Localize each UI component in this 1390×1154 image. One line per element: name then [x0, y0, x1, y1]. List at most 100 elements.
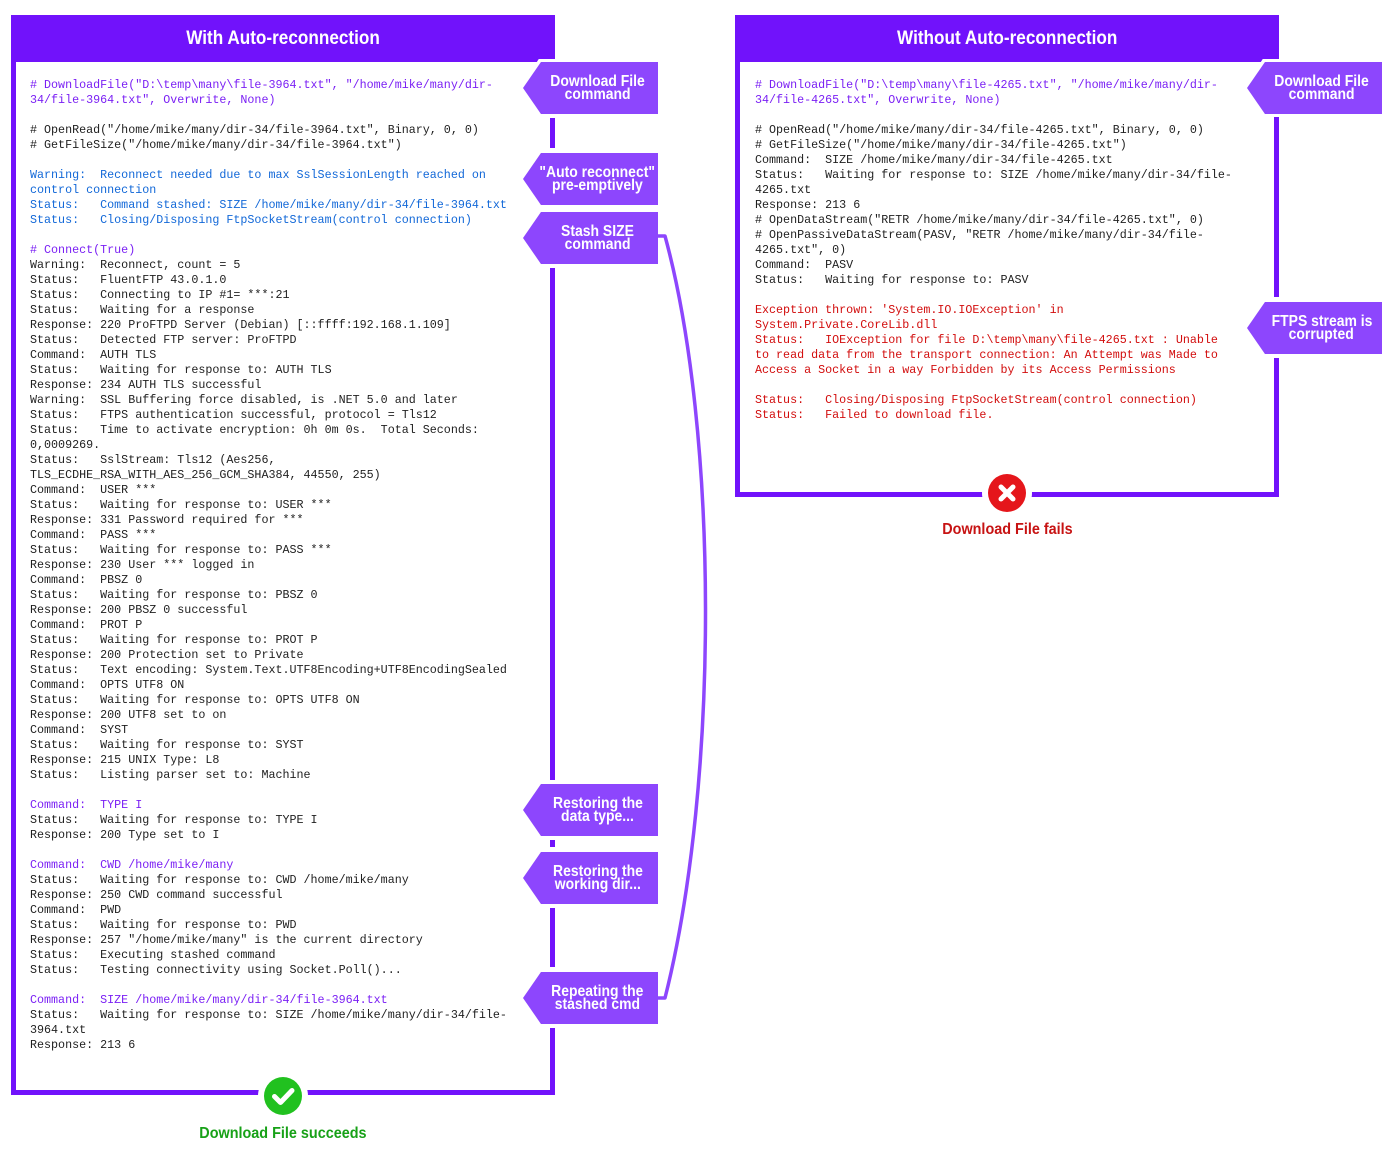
- log-line: Status: Waiting for response to: PBSZ 0: [30, 588, 318, 602]
- log-line: Status: Connecting to IP #1= ***:21: [30, 288, 290, 302]
- log-line: # OpenDataStream("RETR /home/mike/many/d…: [755, 213, 1204, 227]
- timeline-segment: [550, 118, 555, 148]
- log-line: Command: PWD: [30, 903, 122, 917]
- log-line: # DownloadFile("D:\temp\many\file-4265.t…: [755, 78, 1218, 92]
- log-line: Command: SIZE /home/mike/many/dir-34/fil…: [755, 153, 1113, 167]
- log-line: # GetFileSize("/home/mike/many/dir-34/fi…: [755, 138, 1127, 152]
- log-line: Status: Waiting for response to: TYPE I: [30, 813, 318, 827]
- log-line: Status: Waiting for response to: AUTH TL…: [30, 363, 332, 377]
- result-text: Download File fails: [941, 521, 1073, 538]
- log-line: # Connect(True): [30, 243, 136, 257]
- log-line: Status: Closing/Disposing FtpSocketStrea…: [755, 393, 1197, 407]
- annotation-line: data type...: [561, 808, 634, 825]
- timeline-segment: [1274, 358, 1279, 497]
- log-line: Response: 331 Password required for ***: [30, 513, 304, 527]
- check-circle-icon: [264, 1077, 302, 1115]
- log-line: Command: USER ***: [30, 483, 157, 497]
- log-line: Response: 257 "/home/mike/many" is the c…: [30, 933, 423, 947]
- log-line: Command: TYPE I: [30, 798, 143, 812]
- log-line: Response: 234 AUTH TLS successful: [30, 378, 262, 392]
- log-line: Response: 200 Type set to I: [30, 828, 220, 842]
- log-line: Status: Closing/Disposing FtpSocketStrea…: [30, 213, 472, 227]
- log-line: Command: PASV: [755, 258, 854, 272]
- timeline-segment: [550, 1028, 555, 1095]
- log-blank-line: [30, 108, 507, 123]
- panel-title-bar: Without Auto-reconnection: [735, 15, 1279, 62]
- log-line: Response: 250 CWD command successful: [30, 888, 283, 902]
- result-failure-label: Download File fails: [857, 520, 1157, 540]
- log-line: Response: 200 Protection set to Private: [30, 648, 304, 662]
- log-output: # DownloadFile("D:\temp\many\file-4265.t…: [755, 78, 1232, 423]
- log-line: Status: Waiting for response to: OPTS UT…: [30, 693, 360, 707]
- log-line: Status: Command stashed: SIZE /home/mike…: [30, 198, 507, 212]
- log-line: 34/file-4265.txt", Overwrite, None): [755, 93, 1001, 107]
- log-output: # DownloadFile("D:\temp\many\file-3964.t…: [30, 78, 507, 1053]
- log-line: Status: Waiting for response to: USER **…: [30, 498, 332, 512]
- log-line: Status: Detected FTP server: ProFTPD: [30, 333, 297, 347]
- panel-title: Without Auto-reconnection: [896, 27, 1118, 49]
- annotation-restoring-data-type: Restoring the data type...: [523, 784, 658, 836]
- result-success-label: Download File succeeds: [133, 1124, 433, 1144]
- log-line: Warning: SSL Buffering force disabled, i…: [30, 393, 458, 407]
- panel-title-bar: With Auto-reconnection: [11, 15, 555, 62]
- log-line: 34/file-3964.txt", Overwrite, None): [30, 93, 276, 107]
- log-blank-line: [30, 228, 507, 243]
- log-line: 4265.txt: [755, 183, 812, 197]
- log-line: System.Private.CoreLib.dll: [755, 318, 938, 332]
- log-line: Status: Executing stashed command: [30, 948, 276, 962]
- log-line: Command: CWD /home/mike/many: [30, 858, 234, 872]
- log-line: Access a Socket in a way Forbidden by it…: [755, 363, 1176, 377]
- log-blank-line: [30, 843, 507, 858]
- log-line: Status: Waiting for response to: SIZE /h…: [755, 168, 1232, 182]
- annotation-auto-reconnect: "Auto reconnect" pre-emptively: [523, 153, 658, 205]
- annotation-download-file-command: Download File command: [523, 62, 658, 114]
- log-line: Status: Waiting for response to: CWD /ho…: [30, 873, 409, 887]
- annotation-download-file-command: Download File command: [1247, 62, 1382, 114]
- log-line: Status: IOException for file D:\temp\man…: [755, 333, 1218, 347]
- annotation-repeating-stashed-cmd: Repeating the stashed cmd: [523, 972, 658, 1024]
- log-line: # OpenRead("/home/mike/many/dir-34/file-…: [755, 123, 1204, 137]
- log-line: Response: 200 UTF8 set to on: [30, 708, 227, 722]
- log-line: Command: SYST: [30, 723, 129, 737]
- annotation-line: pre-emptively: [552, 177, 643, 194]
- log-line: Status: FluentFTP 43.0.1.0: [30, 273, 227, 287]
- timeline-segment: [550, 840, 555, 847]
- log-line: Status: Waiting for response to: PWD: [30, 918, 297, 932]
- log-line: # DownloadFile("D:\temp\many\file-3964.t…: [30, 78, 493, 92]
- log-line: Command: PASS ***: [30, 528, 157, 542]
- annotation-line: command: [564, 236, 631, 253]
- timeline-segment: [550, 268, 555, 780]
- annotation-line: working dir...: [554, 876, 641, 893]
- log-line: Response: 213 6: [30, 1038, 136, 1052]
- log-line: # OpenPassiveDataStream(PASV, "RETR /hom…: [755, 228, 1204, 242]
- log-line: Status: Waiting for response to: PASS **…: [30, 543, 332, 557]
- log-blank-line: [755, 378, 1232, 393]
- log-blank-line: [30, 978, 507, 993]
- annotation-line: corrupted: [1288, 326, 1355, 343]
- log-line: Response: 215 UNIX Type: L8: [30, 753, 220, 767]
- log-line: # GetFileSize("/home/mike/many/dir-34/fi…: [30, 138, 402, 152]
- log-line: Status: SslStream: Tls12 (Aes256,: [30, 453, 276, 467]
- log-blank-line: [30, 783, 507, 798]
- log-line: Status: Testing connectivity using Socke…: [30, 963, 402, 977]
- x-circle-icon: [988, 474, 1026, 512]
- log-line: Command: PROT P: [30, 618, 143, 632]
- log-line: Response: 213 6: [755, 198, 861, 212]
- log-line: Warning: Reconnect needed due to max Ssl…: [30, 168, 486, 182]
- log-blank-line: [30, 153, 507, 168]
- log-blank-line: [755, 288, 1232, 303]
- log-line: to read data from the transport connecti…: [755, 348, 1218, 362]
- log-line: 4265.txt", 0): [755, 243, 847, 257]
- log-line: Status: Waiting for response to: SYST: [30, 738, 304, 752]
- log-line: Status: Waiting for response to: PROT P: [30, 633, 318, 647]
- log-line: Status: Waiting for response to: SIZE /h…: [30, 1008, 507, 1022]
- log-line: Status: Waiting for a response: [30, 303, 255, 317]
- result-text: Download File succeeds: [199, 1125, 367, 1142]
- log-line: 3964.txt: [30, 1023, 87, 1037]
- timeline-segment: [550, 908, 555, 967]
- connector-curve: [658, 234, 708, 1000]
- log-line: Status: Listing parser set to: Machine: [30, 768, 311, 782]
- log-line: 0,0009269.: [30, 438, 101, 452]
- annotation-line: command: [564, 86, 631, 103]
- log-line: Status: Text encoding: System.Text.UTF8E…: [30, 663, 507, 677]
